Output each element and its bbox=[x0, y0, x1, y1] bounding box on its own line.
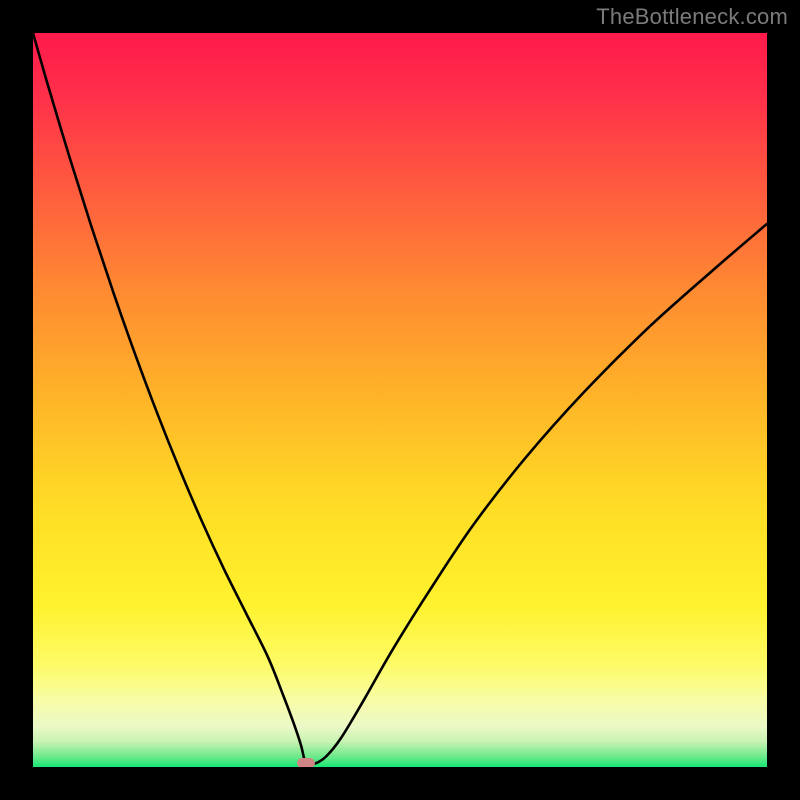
watermark-text: TheBottleneck.com bbox=[596, 4, 788, 30]
bottleneck-curve bbox=[33, 33, 767, 767]
chart-frame: TheBottleneck.com bbox=[0, 0, 800, 800]
optimum-marker bbox=[297, 758, 315, 767]
plot-area bbox=[33, 33, 767, 767]
